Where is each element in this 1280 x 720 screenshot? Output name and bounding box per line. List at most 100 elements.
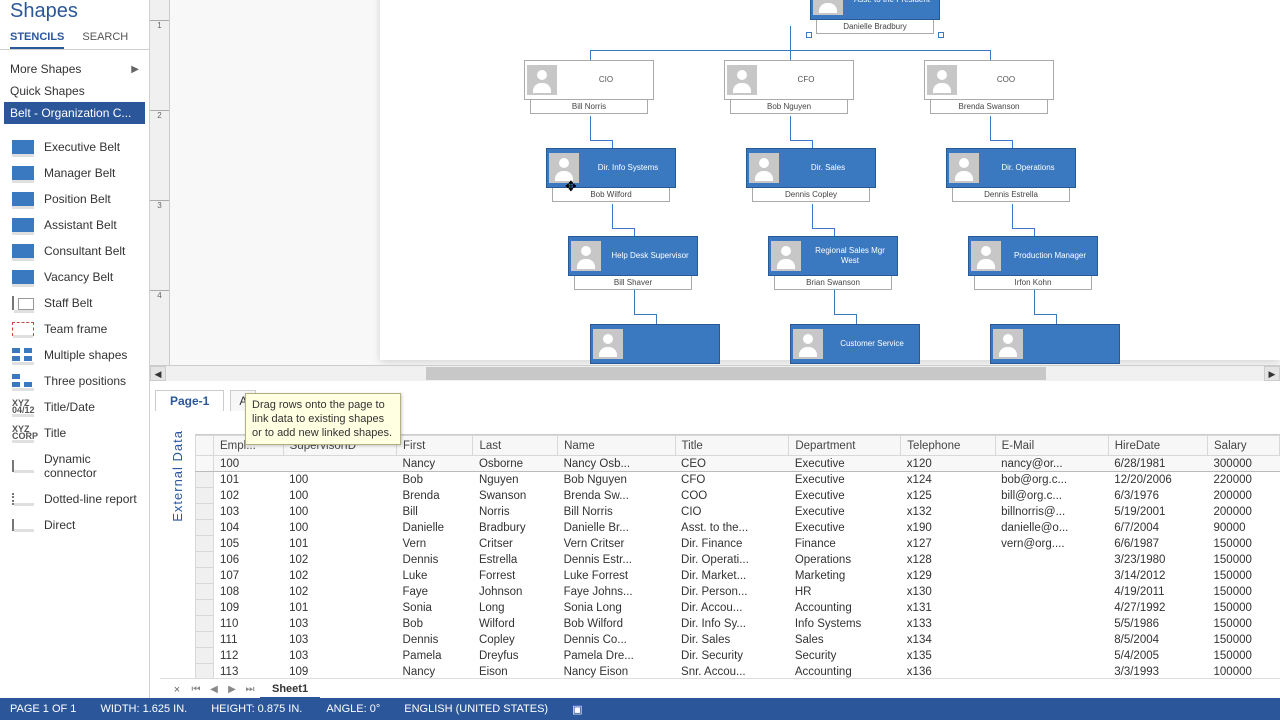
- row-handle[interactable]: [196, 520, 214, 536]
- row-handle[interactable]: [196, 584, 214, 600]
- table-cell: x134: [901, 632, 995, 648]
- macro-recorder-icon[interactable]: ▣: [572, 703, 582, 716]
- stencil-consultant-belt[interactable]: Consultant Belt: [4, 238, 145, 264]
- org-helpdesk[interactable]: Help Desk Supervisor Bill Shaver: [568, 236, 698, 290]
- stencil-position-belt[interactable]: Position Belt: [4, 186, 145, 212]
- stencil-direct[interactable]: Direct: [4, 512, 145, 538]
- sheet-prev-button[interactable]: ◀: [206, 684, 222, 695]
- drawing-page[interactable]: Asst. to the President Danielle Bradbury…: [380, 0, 1280, 360]
- table-row[interactable]: 100NancyOsborneNancy Osb...CEOExecutivex…: [196, 456, 1280, 472]
- tab-stencils[interactable]: STENCILS: [10, 27, 64, 49]
- external-data-label[interactable]: External Data: [170, 430, 185, 522]
- table-row[interactable]: 108102FayeJohnsonFaye Johns...Dir. Perso…: [196, 584, 1280, 600]
- row-handle[interactable]: [196, 616, 214, 632]
- row-handle[interactable]: [196, 552, 214, 568]
- column-header[interactable]: Name: [558, 436, 675, 456]
- quick-shapes-link[interactable]: Quick Shapes: [10, 80, 139, 102]
- org-partial-1[interactable]: [590, 324, 720, 364]
- column-header[interactable]: E-Mail: [995, 436, 1108, 456]
- org-asst-president[interactable]: Asst. to the President Danielle Bradbury: [810, 0, 940, 34]
- table-cell: Dir. Security: [675, 648, 789, 664]
- org-role: Asst. to the President: [847, 0, 937, 5]
- table-cell: 150000: [1208, 648, 1280, 664]
- stencil-team-frame[interactable]: Team frame: [4, 316, 145, 342]
- org-cfo[interactable]: CFO Bob Nguyen: [724, 60, 854, 114]
- tab-search[interactable]: SEARCH: [82, 27, 128, 49]
- table-cell: Johnson: [473, 584, 558, 600]
- table-row[interactable]: 106102DennisEstrellaDennis Estr...Dir. O…: [196, 552, 1280, 568]
- stencil-assistant-belt[interactable]: Assistant Belt: [4, 212, 145, 238]
- table-row[interactable]: 102100BrendaSwansonBrenda Sw...COOExecut…: [196, 488, 1280, 504]
- sheet-next-button[interactable]: ▶: [224, 684, 240, 695]
- table-row[interactable]: 107102LukeForrestLuke ForrestDir. Market…: [196, 568, 1280, 584]
- stencil-executive-belt[interactable]: Executive Belt: [4, 134, 145, 160]
- stencil-multiple-shapes[interactable]: Multiple shapes: [4, 342, 145, 368]
- row-handle[interactable]: [196, 488, 214, 504]
- more-shapes-link[interactable]: More Shapes▶: [10, 58, 139, 80]
- sheet-last-button[interactable]: ⏭: [242, 684, 258, 695]
- scroll-track[interactable]: [166, 366, 1264, 381]
- close-data-button[interactable]: ×: [168, 684, 186, 696]
- table-row[interactable]: 104100DanielleBradburyDanielle Br...Asst…: [196, 520, 1280, 536]
- column-header[interactable]: First: [397, 436, 473, 456]
- table-row[interactable]: 110103BobWilfordBob WilfordDir. Info Sy.…: [196, 616, 1280, 632]
- row-handle[interactable]: [196, 456, 214, 472]
- scroll-right-button[interactable]: ▶: [1264, 366, 1280, 381]
- table-row[interactable]: 101100BobNguyenBob NguyenCFOExecutivex12…: [196, 472, 1280, 488]
- stencil-icon: [12, 270, 34, 284]
- org-regional-west[interactable]: Regional Sales Mgr West Brian Swanson: [768, 236, 898, 290]
- row-handle[interactable]: [196, 504, 214, 520]
- column-header[interactable]: Salary: [1208, 436, 1280, 456]
- column-header[interactable]: Last: [473, 436, 558, 456]
- external-data-table[interactable]: Empl...SupervisorIDFirstLastNameTitleDep…: [195, 434, 1280, 679]
- table-cell: [995, 584, 1108, 600]
- scroll-thumb[interactable]: [426, 367, 1046, 380]
- scroll-left-button[interactable]: ◀: [150, 366, 166, 381]
- horizontal-scrollbar[interactable]: ◀ ▶: [150, 365, 1280, 381]
- belt-stencil-link[interactable]: Belt - Organization C...: [4, 102, 145, 124]
- stencil-dynamic-connector[interactable]: Dynamic connector: [4, 446, 145, 486]
- stencil-label: Dynamic connector: [44, 452, 137, 480]
- status-language[interactable]: ENGLISH (UNITED STATES): [404, 703, 548, 715]
- row-handle[interactable]: [196, 536, 214, 552]
- org-name: Brian Swanson: [774, 276, 892, 290]
- stencil-three-positions[interactable]: Three positions: [4, 368, 145, 394]
- table-row[interactable]: 103100BillNorrisBill NorrisCIOExecutivex…: [196, 504, 1280, 520]
- org-dir-info[interactable]: Dir. Info Systems Bob Wilford: [546, 148, 676, 202]
- table-row[interactable]: 113109NancyEisonNancy EisonSnr. Accou...…: [196, 664, 1280, 680]
- sheet-first-button[interactable]: ⏮: [188, 684, 204, 695]
- row-handle[interactable]: [196, 568, 214, 584]
- row-handle[interactable]: [196, 600, 214, 616]
- column-header[interactable]: Telephone: [901, 436, 995, 456]
- shapes-panel: Shapes STENCILS SEARCH More Shapes▶ Quic…: [0, 0, 150, 700]
- stencil-vacancy-belt[interactable]: Vacancy Belt: [4, 264, 145, 290]
- org-production[interactable]: Production Manager Irfon Kohn: [968, 236, 1098, 290]
- table-cell: Osborne: [473, 456, 558, 472]
- column-header[interactable]: HireDate: [1108, 436, 1207, 456]
- tab-page-1[interactable]: Page-1: [155, 390, 224, 411]
- table-row[interactable]: 112103PamelaDreyfusPamela Dre...Dir. Sec…: [196, 648, 1280, 664]
- drawing-canvas[interactable]: Asst. to the President Danielle Bradbury…: [170, 0, 1280, 365]
- row-handle[interactable]: [196, 664, 214, 680]
- org-cio[interactable]: CIO Bill Norris: [524, 60, 654, 114]
- stencil-manager-belt[interactable]: Manager Belt: [4, 160, 145, 186]
- vertical-ruler: 1 2 3 4: [150, 0, 170, 365]
- stencil-dotted-line-report[interactable]: Dotted-line report: [4, 486, 145, 512]
- stencil-title[interactable]: XYZ CORPTitle: [4, 420, 145, 446]
- row-handle[interactable]: [196, 472, 214, 488]
- row-handle[interactable]: [196, 632, 214, 648]
- org-partial-2[interactable]: Customer Service: [790, 324, 920, 364]
- column-header[interactable]: Department: [789, 436, 901, 456]
- org-dir-ops[interactable]: Dir. Operations Dennis Estrella: [946, 148, 1076, 202]
- row-handle[interactable]: [196, 648, 214, 664]
- column-header[interactable]: Title: [675, 436, 789, 456]
- table-row[interactable]: 111103DennisCopleyDennis Co...Dir. Sales…: [196, 632, 1280, 648]
- org-coo[interactable]: COO Brenda Swanson: [924, 60, 1054, 114]
- sheet-tab[interactable]: Sheet1: [260, 681, 320, 699]
- org-dir-sales[interactable]: Dir. Sales Dennis Copley: [746, 148, 876, 202]
- table-row[interactable]: 105101VernCritserVern CritserDir. Financ…: [196, 536, 1280, 552]
- stencil-title-date[interactable]: XYZ 04/12Title/Date: [4, 394, 145, 420]
- stencil-staff-belt[interactable]: Staff Belt: [4, 290, 145, 316]
- table-row[interactable]: 109101SoniaLongSonia LongDir. Accou...Ac…: [196, 600, 1280, 616]
- org-partial-3[interactable]: [990, 324, 1120, 364]
